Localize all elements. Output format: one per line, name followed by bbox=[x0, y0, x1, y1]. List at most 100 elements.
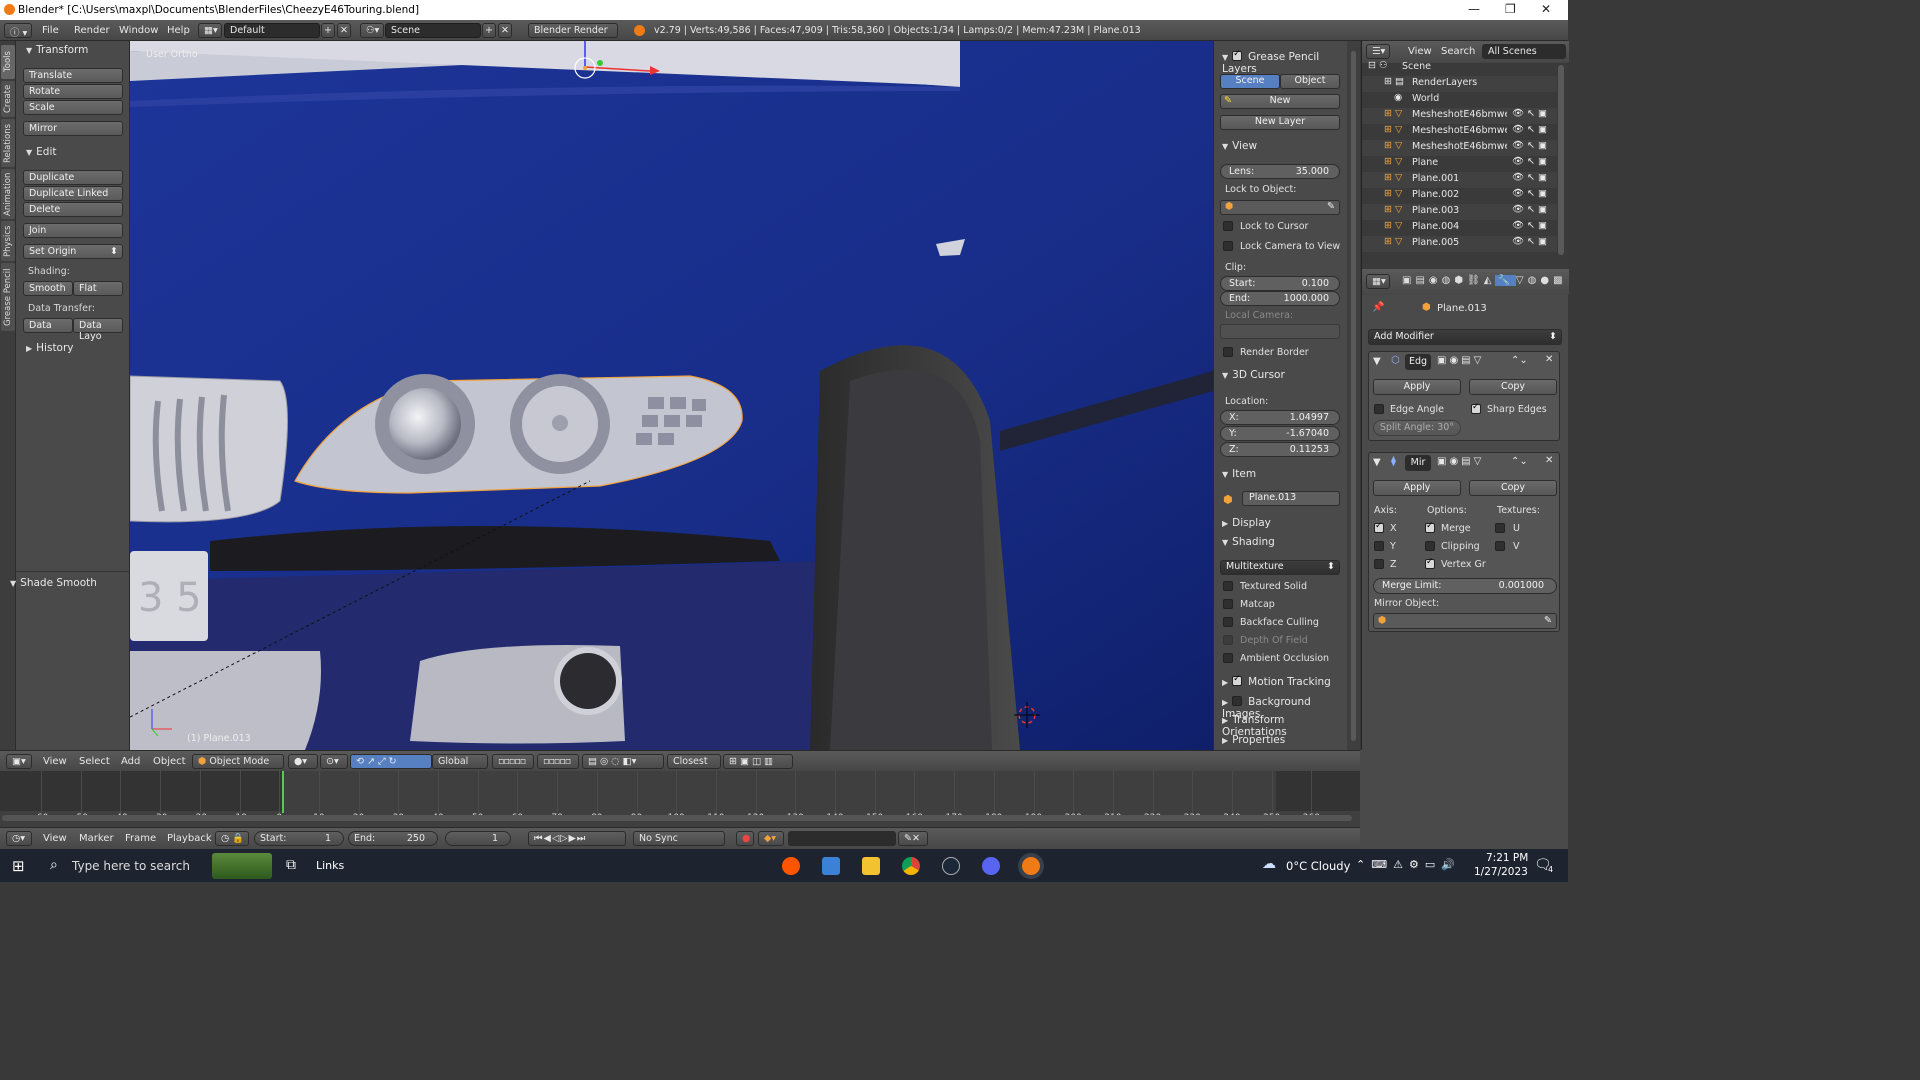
outliner-row-plane-003[interactable]: ⊞ ▽ Plane.003 👁 ↖ ▣ bbox=[1362, 204, 1557, 220]
lock-object-field[interactable]: ⬢ ✎ bbox=[1220, 200, 1340, 215]
wrench-icon[interactable]: 🔧 bbox=[1495, 275, 1516, 286]
search-highlight-icon[interactable] bbox=[212, 853, 272, 879]
discord-icon[interactable] bbox=[982, 857, 1000, 875]
clock-time[interactable]: 7:21 PM bbox=[1486, 852, 1528, 864]
modifier-visibility-icons[interactable]: ▣◉▤▽ bbox=[1437, 355, 1484, 366]
record-button[interactable]: ● bbox=[736, 831, 754, 846]
outliner-row-renderlayers[interactable]: ⊞ ▤ RenderLayers bbox=[1362, 76, 1557, 92]
clipping-checkbox[interactable] bbox=[1425, 541, 1435, 551]
tab-animation[interactable]: Animation bbox=[1, 169, 15, 219]
keying-set-field[interactable] bbox=[788, 831, 896, 846]
manipulator-toggle[interactable]: ⟲ ↗ ⤢ ↻ bbox=[350, 754, 432, 769]
npanel-scrollbar[interactable] bbox=[1347, 41, 1360, 750]
duplicate-linked-button[interactable]: Duplicate Linked bbox=[23, 186, 123, 201]
playhead[interactable] bbox=[281, 771, 284, 813]
scene-field[interactable]: Scene bbox=[385, 23, 481, 38]
data-layout-button[interactable]: Data Layo bbox=[73, 318, 123, 342]
grease-new-button[interactable]: ✎ New bbox=[1220, 94, 1340, 109]
layers-grid[interactable]: ▫▫▫▫▫ bbox=[492, 754, 534, 769]
layers-grid-2[interactable]: ▫▫▫▫▫ bbox=[537, 754, 579, 769]
screen-layout-field[interactable]: Default bbox=[224, 23, 320, 38]
keyframe-insert-icons[interactable]: ✎✕ bbox=[898, 831, 928, 846]
restore-button[interactable]: ❐ bbox=[1505, 2, 1516, 16]
grease-scene-tab[interactable]: Scene bbox=[1220, 74, 1280, 89]
remove-scene-button[interactable]: ✕ bbox=[498, 23, 512, 38]
windows-start-icon[interactable]: ⊞ bbox=[12, 857, 25, 875]
clip-end-field[interactable]: End: 1000.000 bbox=[1220, 291, 1340, 306]
scale-button[interactable]: Scale bbox=[23, 100, 123, 115]
shading-select[interactable]: ●▾ bbox=[288, 754, 318, 769]
blender-taskbar-icon[interactable] bbox=[1022, 857, 1040, 875]
new-layer-button[interactable]: New Layer bbox=[1220, 115, 1340, 130]
modifier-name-field[interactable]: Edg bbox=[1405, 354, 1431, 370]
edit-section-header[interactable]: ▼ Edit bbox=[26, 146, 57, 158]
tab-relations[interactable]: Relations bbox=[1, 119, 15, 167]
viewport-object-menu[interactable]: Object bbox=[153, 756, 186, 767]
rotate-button[interactable]: Rotate bbox=[23, 84, 123, 99]
cursor-z-field[interactable]: Z: 0.11253 bbox=[1220, 442, 1340, 457]
add-layout-button[interactable]: + bbox=[321, 23, 335, 38]
vertex-groups-checkbox[interactable] bbox=[1425, 557, 1435, 569]
tab-physics[interactable]: Physics bbox=[1, 221, 15, 261]
translate-button[interactable]: Translate bbox=[23, 68, 123, 83]
mode-select[interactable]: ⬢ Object Mode bbox=[192, 754, 284, 769]
timeline-view-menu[interactable]: View bbox=[43, 833, 67, 844]
add-scene-button[interactable]: + bbox=[482, 23, 496, 38]
grease-pencil-header[interactable]: ▼Grease Pencil Layers bbox=[1222, 49, 1347, 75]
collapse-icon[interactable]: ▼ bbox=[1373, 356, 1381, 367]
backface-culling-checkbox[interactable] bbox=[1223, 617, 1233, 627]
outliner-row-plane[interactable]: ⊞ ▽ Plane 👁 ↖ ▣ bbox=[1362, 156, 1557, 172]
outliner-row-mesh-3[interactable]: ⊞ ▽MesheshotE46bmwe46👁 ↖ ▣ bbox=[1362, 140, 1557, 156]
sync-mode-select[interactable]: No Sync bbox=[633, 831, 725, 846]
outliner-filter-select[interactable]: All Scenes bbox=[1482, 44, 1566, 59]
matcap-checkbox[interactable] bbox=[1223, 599, 1233, 609]
remove-layout-button[interactable]: ✕ bbox=[337, 23, 351, 38]
properties-context-tabs[interactable]: ▣▤◉◍⬢⛓◭ 🔧 ▽◍●▩ bbox=[1402, 275, 1567, 286]
outliner-row-plane-005[interactable]: ⊞ ▽ Plane.005 👁 ↖ ▣ bbox=[1362, 236, 1557, 252]
pivot-select[interactable]: ⊙▾ bbox=[320, 754, 348, 769]
shading-header[interactable]: ▼ Shading bbox=[1222, 536, 1275, 548]
view3d-editor-icon[interactable]: ▣▾ bbox=[6, 754, 32, 769]
clip-start-field[interactable]: Start: 0.100 bbox=[1220, 276, 1340, 291]
menu-help[interactable]: Help bbox=[167, 25, 190, 36]
playback-controls[interactable]: ⏮◀◁▷▶⏭ bbox=[528, 831, 626, 846]
local-camera-field[interactable] bbox=[1220, 324, 1340, 339]
3d-cursor-header[interactable]: ▼ 3D Cursor bbox=[1222, 369, 1285, 381]
task-view-icon[interactable]: ⧉ bbox=[286, 857, 296, 873]
links-toolbar[interactable]: Links bbox=[316, 859, 344, 872]
store-icon[interactable] bbox=[822, 857, 840, 875]
editor-type-info-icon[interactable]: ⓘ ▾ bbox=[4, 23, 32, 38]
remove-modifier-icon[interactable]: ✕ bbox=[1545, 354, 1553, 365]
history-section-header[interactable]: ▶ History bbox=[26, 342, 74, 354]
set-origin-button[interactable]: Set Origin ⬍ bbox=[23, 244, 123, 259]
data-transfer-button[interactable]: Data bbox=[23, 318, 73, 333]
eyedropper-icon[interactable]: ✎ bbox=[1327, 201, 1335, 212]
end-frame-field[interactable]: End: 250 bbox=[348, 831, 438, 846]
orientation-select[interactable]: Global bbox=[432, 754, 488, 769]
preview-range-icon[interactable]: ◷ 🔒 bbox=[215, 831, 249, 846]
flat-button[interactable]: Flat bbox=[73, 281, 123, 296]
apply-modifier-button[interactable]: Apply bbox=[1373, 480, 1461, 496]
proportional-edit-icons[interactable]: ▤ ◎ ◌ ◧▾ bbox=[582, 754, 664, 769]
shading-mode-select[interactable]: Multitexture ⬍ bbox=[1220, 560, 1340, 575]
axis-z-checkbox[interactable] bbox=[1374, 559, 1384, 569]
dof-checkbox[interactable] bbox=[1223, 635, 1233, 645]
outliner-scrollbar[interactable] bbox=[1558, 65, 1564, 255]
move-modifier-icons[interactable]: ⌃⌄ bbox=[1511, 355, 1528, 366]
modifier-name-field[interactable]: Mir bbox=[1405, 455, 1431, 471]
tab-grease-pencil[interactable]: Grease Pencil bbox=[1, 263, 15, 331]
outliner-editor-icon[interactable]: ☰▾ bbox=[1366, 44, 1390, 59]
edge-angle-checkbox[interactable] bbox=[1374, 404, 1384, 414]
item-name-field[interactable]: Plane.013 bbox=[1242, 491, 1340, 506]
3d-viewport[interactable]: 3 5 User Ortho (1) Plane.013 bbox=[130, 41, 1213, 750]
outliner-row-plane-001[interactable]: ⊞ ▽ Plane.001 👁 ↖ ▣ bbox=[1362, 172, 1557, 188]
start-frame-field[interactable]: Start: 1 bbox=[254, 831, 344, 846]
viewport-add-menu[interactable]: Add bbox=[121, 756, 140, 767]
motion-tracking-header[interactable]: ▶Motion Tracking bbox=[1222, 674, 1331, 688]
lens-field[interactable]: Lens: 35.000 bbox=[1220, 164, 1340, 179]
viewport-select-menu[interactable]: Select bbox=[79, 756, 110, 767]
properties-header[interactable]: ▶ Properties bbox=[1222, 734, 1285, 746]
remove-modifier-icon[interactable]: ✕ bbox=[1545, 455, 1553, 466]
clock-date[interactable]: 1/27/2023 bbox=[1474, 866, 1528, 878]
snap-icons[interactable]: ⊞ ▣ ◫ ▥ bbox=[723, 754, 793, 769]
